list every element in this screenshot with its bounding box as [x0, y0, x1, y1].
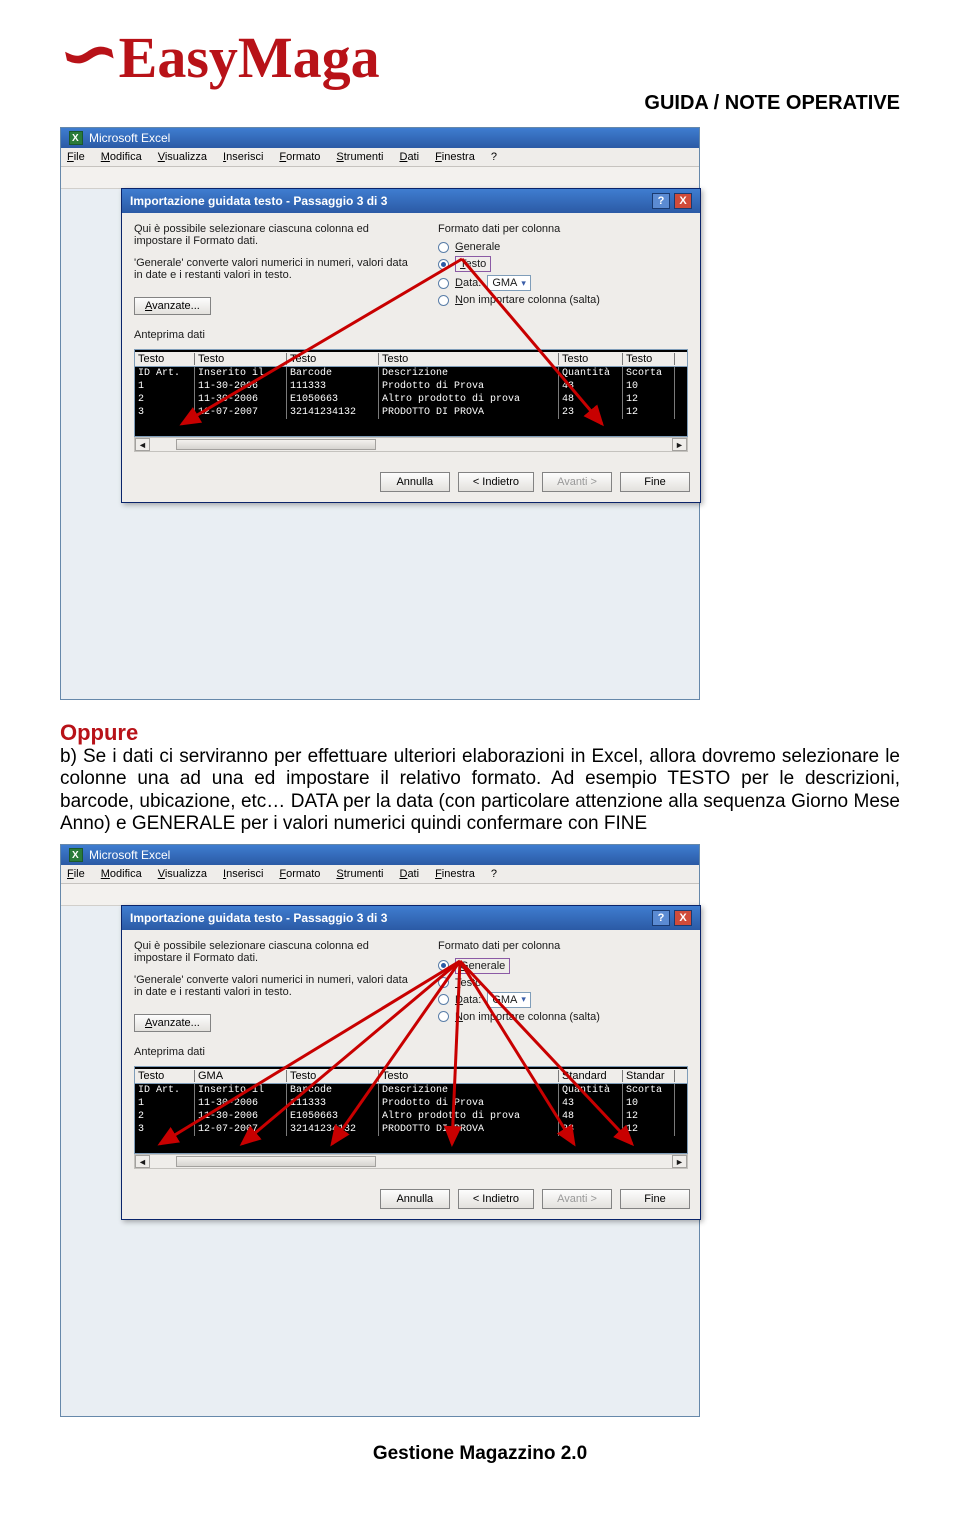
group-label: Formato dati per colonna [438, 223, 688, 235]
page-footer: Gestione Magazzino 2.0 [60, 1443, 900, 1465]
horizontal-scrollbar[interactable]: ◄► [134, 437, 688, 452]
back-button[interactable]: < Indietro [458, 472, 534, 492]
chevron-down-icon: ▾ [521, 278, 526, 289]
menu-finestra[interactable]: Finestra [435, 868, 475, 880]
logo-text: ∽EasyMaga [60, 25, 380, 90]
excel-titlebar: Microsoft Excel [61, 128, 699, 148]
excel-title-text: Microsoft Excel [89, 131, 170, 145]
excel-icon [69, 131, 83, 145]
radio-generale[interactable]: Generale [438, 958, 688, 974]
wizard-instruction-2: 'Generale' converte valori numerici in n… [134, 257, 414, 281]
radio-data[interactable]: Data: GMA▾ [438, 992, 688, 1008]
chevron-down-icon: ▾ [521, 994, 526, 1005]
preview-label: Anteprima dati [134, 1046, 688, 1058]
excel-toolbar [61, 884, 699, 906]
excel-titlebar: Microsoft Excel [61, 845, 699, 865]
excel-menubar: File Modifica Visualizza Inserisci Forma… [61, 148, 699, 167]
menu-modifica[interactable]: Modifica [101, 868, 142, 880]
help-button[interactable]: ? [652, 193, 670, 209]
excel-window-2: Microsoft Excel File Modifica Visualizza… [60, 844, 700, 1417]
menu-strumenti[interactable]: Strumenti [336, 151, 383, 163]
radio-data[interactable]: Data: GMA▾ [438, 275, 688, 291]
cancel-button[interactable]: Annulla [380, 472, 450, 492]
radio-generale[interactable]: Generale [438, 241, 688, 253]
menu-inserisci[interactable]: Inserisci [223, 151, 263, 163]
menu-help[interactable]: ? [491, 151, 497, 163]
back-button[interactable]: < Indietro [458, 1189, 534, 1209]
date-format-select[interactable]: GMA▾ [487, 992, 531, 1008]
advanced-button[interactable]: Avanzate... [134, 1014, 211, 1032]
close-button[interactable]: X [674, 193, 692, 209]
group-label: Formato dati per colonna [438, 940, 688, 952]
import-wizard-2: Importazione guidata testo - Passaggio 3… [121, 905, 701, 1220]
excel-toolbar [61, 167, 699, 189]
wizard-title-text: Importazione guidata testo - Passaggio 3… [130, 911, 387, 925]
help-button[interactable]: ? [652, 910, 670, 926]
wizard-title-text: Importazione guidata testo - Passaggio 3… [130, 194, 387, 208]
date-format-select[interactable]: GMA▾ [487, 275, 531, 291]
body-paragraph: b) Se i dati ci serviranno per effettuar… [60, 746, 900, 836]
menu-formato[interactable]: Formato [279, 868, 320, 880]
menu-file[interactable]: File [67, 151, 85, 163]
next-button: Avanti > [542, 472, 612, 492]
wizard-titlebar: Importazione guidata testo - Passaggio 3… [122, 189, 700, 213]
logo-area: ∽EasyMaga [60, 20, 900, 90]
data-preview-2: TestoGMATestoTestoStandardStandar ID Art… [134, 1066, 688, 1154]
excel-menubar: File Modifica Visualizza Inserisci Forma… [61, 865, 699, 884]
preview-label: Anteprima dati [134, 329, 688, 341]
menu-visualizza[interactable]: Visualizza [158, 868, 207, 880]
wizard-instruction-1: Qui è possibile selezionare ciascuna col… [134, 223, 414, 247]
radio-skip[interactable]: Non importare colonna (salta) [438, 1011, 688, 1023]
excel-icon [69, 848, 83, 862]
radio-testo[interactable]: Testo [438, 977, 688, 989]
wizard-titlebar: Importazione guidata testo - Passaggio 3… [122, 906, 700, 930]
finish-button[interactable]: Fine [620, 1189, 690, 1209]
radio-testo[interactable]: Testo [438, 256, 688, 272]
page-title: GUIDA / NOTE OPERATIVE [60, 92, 900, 115]
horizontal-scrollbar[interactable]: ◄► [134, 1154, 688, 1169]
advanced-button[interactable]: Avanzate... [134, 297, 211, 315]
excel-title-text: Microsoft Excel [89, 848, 170, 862]
menu-inserisci[interactable]: Inserisci [223, 868, 263, 880]
oppure-heading: Oppure [60, 720, 900, 746]
menu-modifica[interactable]: Modifica [101, 151, 142, 163]
wizard-instruction-2: 'Generale' converte valori numerici in n… [134, 974, 414, 998]
menu-file[interactable]: File [67, 868, 85, 880]
menu-finestra[interactable]: Finestra [435, 151, 475, 163]
wizard-instruction-1: Qui è possibile selezionare ciascuna col… [134, 940, 414, 964]
cancel-button[interactable]: Annulla [380, 1189, 450, 1209]
menu-strumenti[interactable]: Strumenti [336, 868, 383, 880]
menu-dati[interactable]: Dati [399, 868, 419, 880]
next-button: Avanti > [542, 1189, 612, 1209]
menu-formato[interactable]: Formato [279, 151, 320, 163]
radio-skip[interactable]: Non importare colonna (salta) [438, 294, 688, 306]
close-button[interactable]: X [674, 910, 692, 926]
menu-dati[interactable]: Dati [399, 151, 419, 163]
data-preview-1: TestoTestoTestoTestoTestoTesto ID Art.In… [134, 349, 688, 437]
menu-visualizza[interactable]: Visualizza [158, 151, 207, 163]
menu-help[interactable]: ? [491, 868, 497, 880]
finish-button[interactable]: Fine [620, 472, 690, 492]
excel-window-1: Microsoft Excel File Modifica Visualizza… [60, 127, 700, 700]
import-wizard-1: Importazione guidata testo - Passaggio 3… [121, 188, 701, 503]
